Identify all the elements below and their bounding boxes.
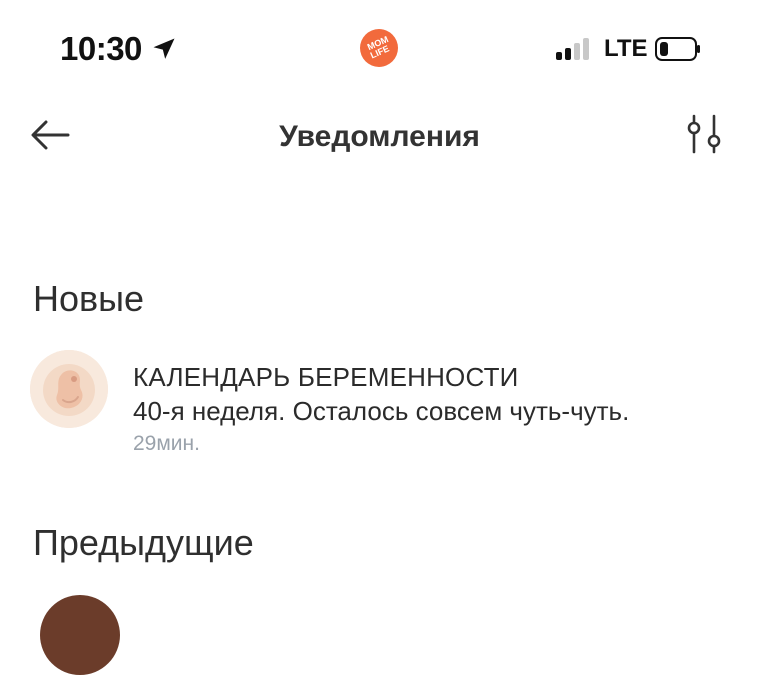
header: Уведомления [0,100,759,170]
app-badge: MOM LIFE [360,29,398,67]
status-time-text: 10:30 [60,30,142,67]
sliders-icon[interactable] [680,112,728,160]
notification-category: КАЛЕНДАРЬ БЕРЕМЕННОСТИ [133,362,519,392]
notification-item[interactable]: КАЛЕНДАРЬ БЕРЕМЕННОСТИ 40-я неделя. Оста… [30,350,730,460]
page-title: Уведомления [279,120,480,153]
section-title-previous: Предыдущие [33,522,254,563]
notification-time: 29мин. [133,432,200,455]
notification-avatar [30,350,108,428]
signal-icon [556,38,589,60]
status-time: 10:30 [60,30,178,68]
notification-avatar-peek [40,595,120,675]
notification-message: 40-я неделя. Осталось совсем чуть-чуть. [133,396,630,426]
section-title-new: Новые [33,278,145,319]
status-bar: 10:30 MOM LIFE LTE [0,0,759,100]
embryo-icon [30,350,108,428]
battery-icon [655,37,700,61]
location-arrow-icon [153,38,175,59]
carrier-label: LTE [604,35,648,62]
